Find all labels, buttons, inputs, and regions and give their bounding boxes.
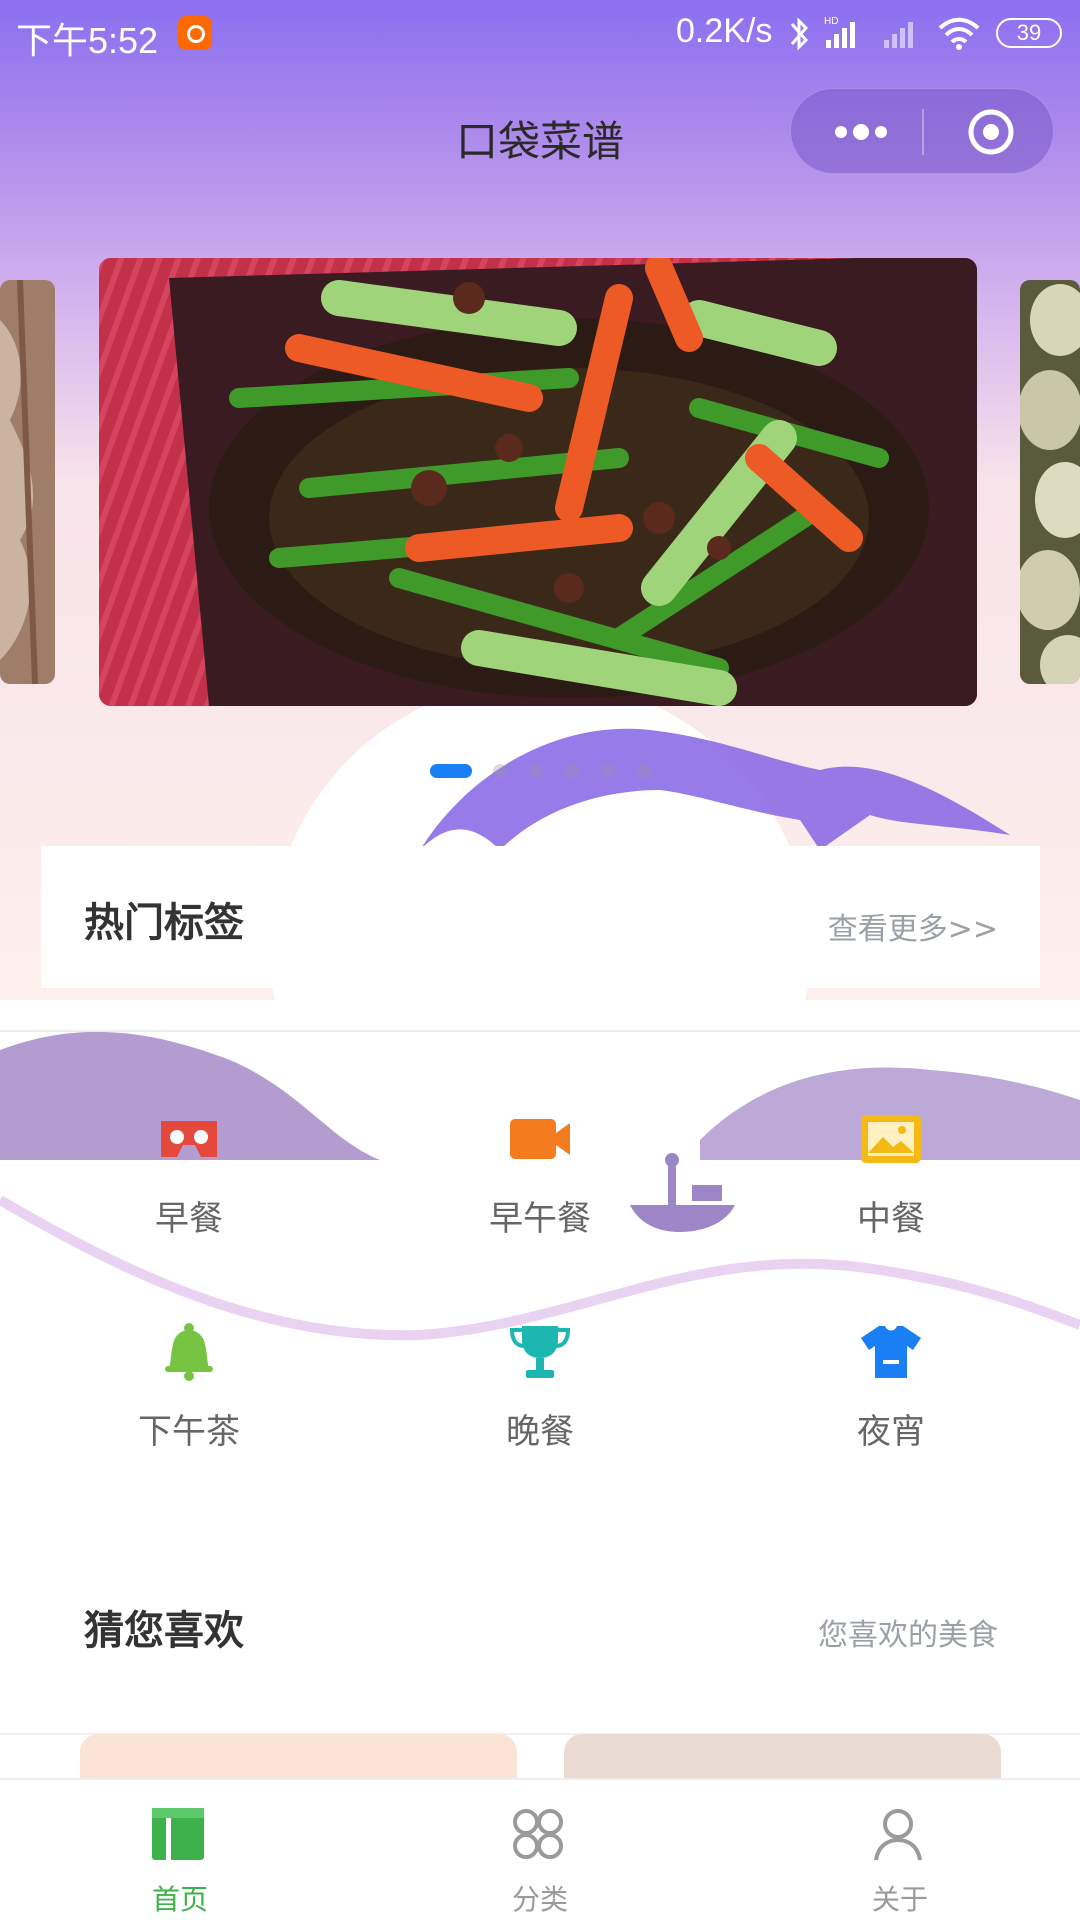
category-dinner[interactable]: 晚餐 (360, 1322, 720, 1482)
indicator-dot[interactable] (493, 764, 507, 778)
app-screen: 下午5:52 0.2K/s HD 39 口袋菜谱 热门标签 查看更多>> 早餐 … (0, 0, 1080, 1920)
home-icon (152, 1808, 204, 1860)
category-icon (513, 1809, 563, 1859)
target-circle-icon[interactable] (951, 89, 1031, 175)
svg-text:HD: HD (824, 16, 838, 27)
wifi-icon (938, 17, 980, 50)
indicator-dot[interactable] (601, 764, 615, 778)
tab-category[interactable]: 分类 (360, 1780, 720, 1920)
category-afternoon-tea[interactable]: 下午茶 (9, 1322, 369, 1482)
banner-carousel[interactable] (0, 250, 1080, 710)
user-icon (874, 1809, 922, 1861)
image-icon (861, 1115, 921, 1163)
status-bar: 下午5:52 0.2K/s HD 39 (0, 0, 1080, 68)
indicator-dot[interactable] (565, 764, 579, 778)
tab-label: 关于 (871, 1883, 928, 1916)
hot-tags-title: 热门标签 (84, 900, 244, 946)
hot-tags-header: 热门标签 查看更多>> (41, 846, 1040, 988)
banner-slide-next[interactable] (1020, 280, 1080, 684)
background-illustration (0, 680, 1080, 1400)
indicator-dot[interactable] (637, 764, 651, 778)
tab-label: 分类 (511, 1883, 568, 1916)
capsule-divider (922, 109, 924, 155)
vr-goggles-icon (161, 1121, 217, 1157)
divider (0, 1030, 1080, 1032)
recommend-title: 猜您喜欢 (84, 1608, 244, 1654)
hd-signal-icon: HD (824, 16, 855, 48)
bluetooth-icon (790, 17, 809, 51)
tab-bar: 首页 分类 关于 (0, 1778, 1080, 1920)
category-late-night[interactable]: 夜宵 (711, 1322, 1071, 1482)
food-image (0, 280, 55, 684)
banner-indicators (0, 760, 1080, 780)
tab-about[interactable]: 关于 (720, 1780, 1080, 1920)
bell-icon (165, 1323, 213, 1381)
category-label: 晚餐 (506, 1412, 574, 1452)
banner-slide-active[interactable] (99, 258, 977, 706)
battery-icon: 39 (996, 18, 1062, 48)
food-image (99, 258, 977, 706)
recommend-subtitle: 您喜欢的美食 (818, 1618, 998, 1653)
category-label: 下午茶 (138, 1412, 240, 1452)
tshirt-icon (861, 1326, 921, 1378)
category-brunch[interactable]: 早午餐 (360, 1113, 720, 1273)
banner-slide-prev[interactable] (0, 280, 55, 684)
network-speed: 0.2K/s (676, 12, 773, 50)
tab-home[interactable]: 首页 (0, 1780, 360, 1920)
category-label: 中餐 (857, 1199, 925, 1239)
category-lunch[interactable]: 中餐 (711, 1113, 1071, 1273)
status-time: 下午5:52 (16, 20, 159, 61)
category-breakfast[interactable]: 早餐 (9, 1113, 369, 1273)
mini-program-capsule (790, 88, 1054, 174)
category-label: 夜宵 (857, 1412, 925, 1452)
signal-icon (884, 22, 913, 48)
app-notification-icon (178, 16, 212, 50)
trophy-icon (509, 1326, 571, 1378)
indicator-dot[interactable] (529, 764, 543, 778)
category-label: 早餐 (155, 1199, 223, 1239)
view-more-link[interactable]: 查看更多>> (828, 904, 998, 948)
more-dots-icon[interactable] (821, 89, 901, 175)
battery-level: 39 (1016, 20, 1042, 45)
food-image (1020, 280, 1080, 684)
video-camera-icon (510, 1119, 570, 1159)
category-label: 早午餐 (489, 1199, 591, 1239)
tab-label: 首页 (151, 1883, 208, 1916)
indicator-dot-active[interactable] (430, 764, 472, 778)
